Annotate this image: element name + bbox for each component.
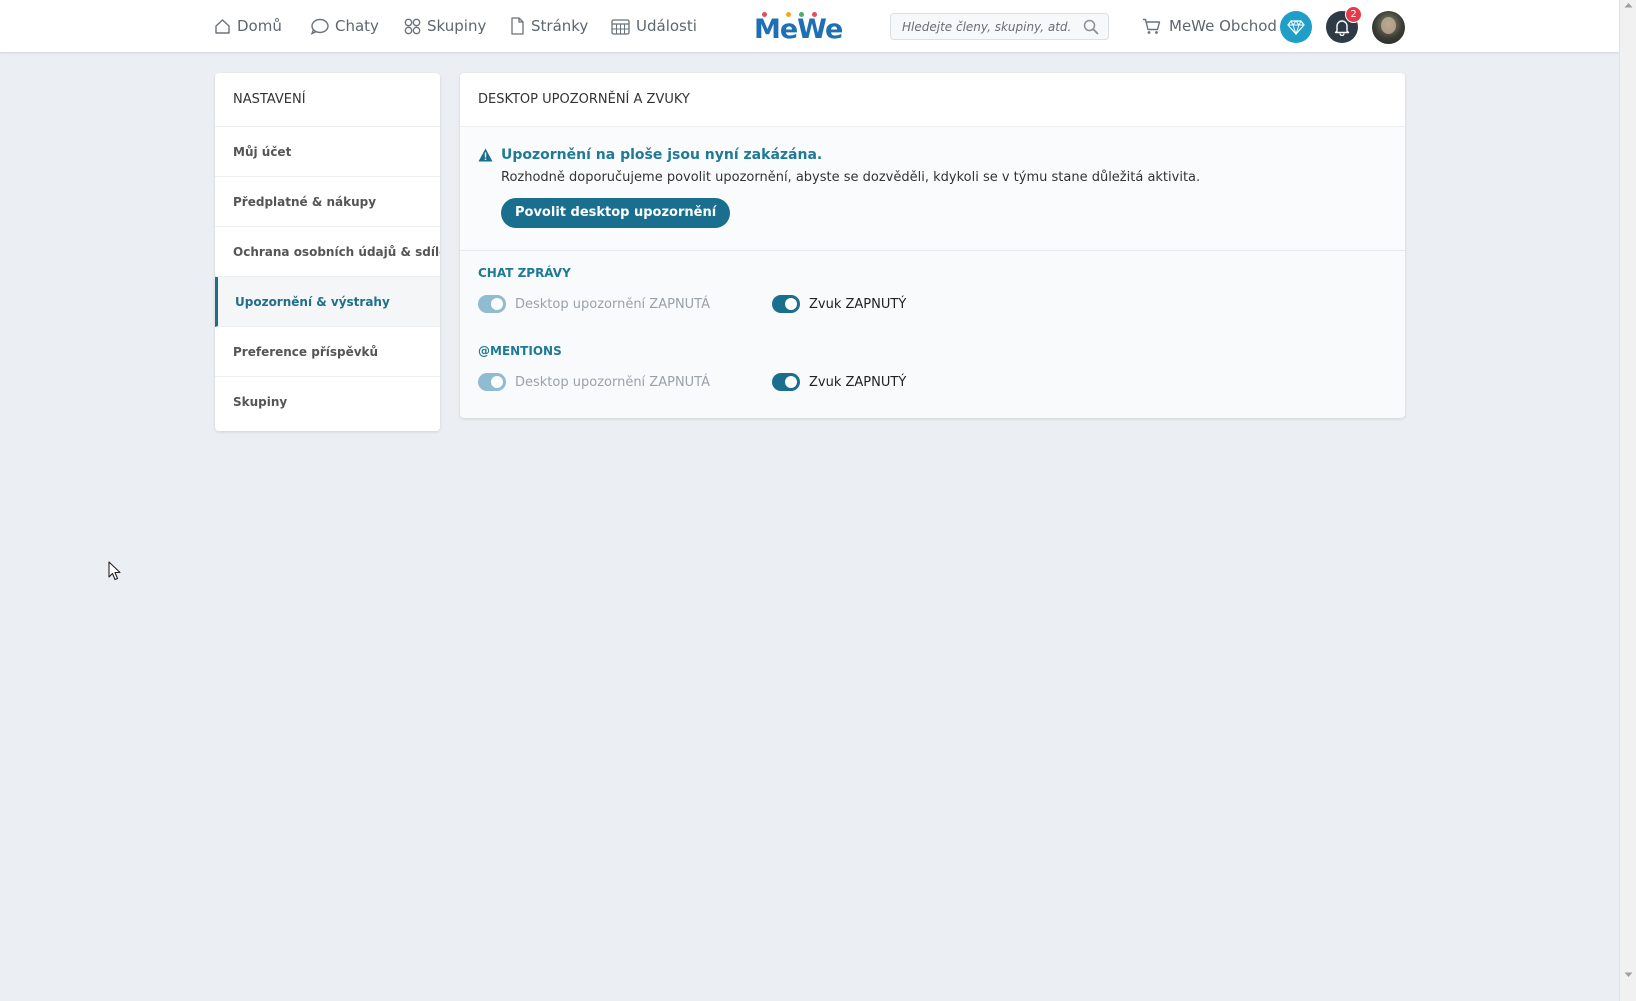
shop-link[interactable]: MeWe Obchod (1142, 0, 1277, 52)
nav-chats-label: Chaty (335, 17, 379, 35)
nav-pages-label: Stránky (531, 17, 589, 35)
mentions-desktop-notifications-label: Desktop upozornění ZAPNUTÁ (515, 374, 711, 390)
chat-desktop-notifications-label: Desktop upozornění ZAPNUTÁ (515, 296, 711, 312)
logo-text: MeWe (754, 14, 843, 45)
sidebar-item-groups[interactable]: Skupiny (215, 377, 440, 427)
nav-events-label: Události (636, 17, 697, 35)
chat-sound-label: Zvuk ZAPNUTÝ (809, 296, 907, 312)
notification-count-badge: 2 (1345, 6, 1362, 23)
sidebar-title: NASTAVENÍ (215, 73, 440, 127)
nav-groups-label: Skupiny (427, 17, 487, 35)
toggle-knob (785, 376, 797, 388)
sidebar-item-my-account[interactable]: Můj účet (215, 127, 440, 177)
search-box (890, 13, 1109, 40)
alert-description: Rozhodně doporučujeme povolit upozornění… (501, 170, 1201, 185)
premium-button[interactable] (1280, 11, 1312, 43)
search-input[interactable] (891, 14, 1082, 39)
sidebar-item-notifications[interactable]: Upozornění & výstrahy (215, 277, 440, 327)
mentions-desktop-toggle-row: Desktop upozornění ZAPNUTÁ (478, 371, 710, 393)
home-icon (215, 18, 230, 34)
enable-desktop-notifications-button[interactable]: Povolit desktop upozornění (501, 198, 731, 228)
page-icon (511, 17, 524, 35)
shop-label: MeWe Obchod (1169, 17, 1277, 35)
chat-bubble-icon (310, 18, 329, 35)
calendar-icon (611, 18, 630, 35)
top-navigation-bar: Domů Chaty Skupiny Stránky Události MeWe… (0, 0, 1619, 53)
nav-events[interactable]: Události (611, 0, 697, 52)
sidebar-item-privacy[interactable]: Ochrana osobních údajů & sdílení (215, 227, 440, 277)
section-heading-mentions: @MENTIONS (478, 344, 562, 358)
search-icon[interactable] (1083, 19, 1099, 35)
sidebar-item-post-preferences[interactable]: Preference příspěvků (215, 327, 440, 377)
mewe-logo[interactable]: MeWe (754, 8, 843, 45)
diamond-icon (1287, 19, 1305, 35)
settings-sidebar: NASTAVENÍ Můj účet Předplatné & nákupy O… (215, 73, 440, 431)
alert-title: Upozornění na ploše jsou nyní zakázána. (501, 147, 823, 163)
scroll-down-arrow-icon[interactable] (1624, 972, 1633, 978)
mentions-desktop-notifications-toggle[interactable] (478, 373, 506, 391)
toggle-knob (785, 298, 797, 310)
notifications-panel: DESKTOP UPOZORNĚNÍ A ZVUKY Upozornění na… (460, 73, 1405, 418)
mentions-sound-label: Zvuk ZAPNUTÝ (809, 374, 907, 390)
mouse-pointer-icon (108, 561, 121, 581)
chat-sound-toggle[interactable] (772, 295, 800, 313)
cart-icon (1143, 18, 1161, 34)
avatar[interactable] (1372, 11, 1405, 44)
panel-title: DESKTOP UPOZORNĚNÍ A ZVUKY (460, 73, 1405, 127)
nav-chats[interactable]: Chaty (310, 0, 379, 52)
chat-desktop-toggle-row: Desktop upozornění ZAPNUTÁ (478, 293, 710, 315)
section-heading-chat: CHAT ZPRÁVY (478, 266, 571, 280)
mentions-sound-toggle-row: Zvuk ZAPNUTÝ (772, 371, 906, 393)
nav-groups[interactable]: Skupiny (404, 0, 486, 52)
groups-icon (404, 18, 421, 34)
nav-home-label: Domů (237, 17, 282, 35)
nav-pages[interactable]: Stránky (510, 0, 588, 52)
chat-sound-toggle-row: Zvuk ZAPNUTÝ (772, 293, 906, 315)
chat-desktop-notifications-toggle[interactable] (478, 295, 506, 313)
sidebar-item-subscriptions[interactable]: Předplatné & nákupy (215, 177, 440, 227)
mentions-sound-toggle[interactable] (772, 373, 800, 391)
desktop-notifications-alert: Upozornění na ploše jsou nyní zakázána. … (460, 127, 1405, 251)
page-scrollbar[interactable] (1619, 0, 1636, 1001)
scroll-up-arrow-icon[interactable] (1624, 2, 1633, 8)
nav-home[interactable]: Domů (214, 0, 282, 52)
toggle-knob (491, 376, 503, 388)
warning-icon (478, 148, 493, 162)
toggle-knob (491, 298, 503, 310)
